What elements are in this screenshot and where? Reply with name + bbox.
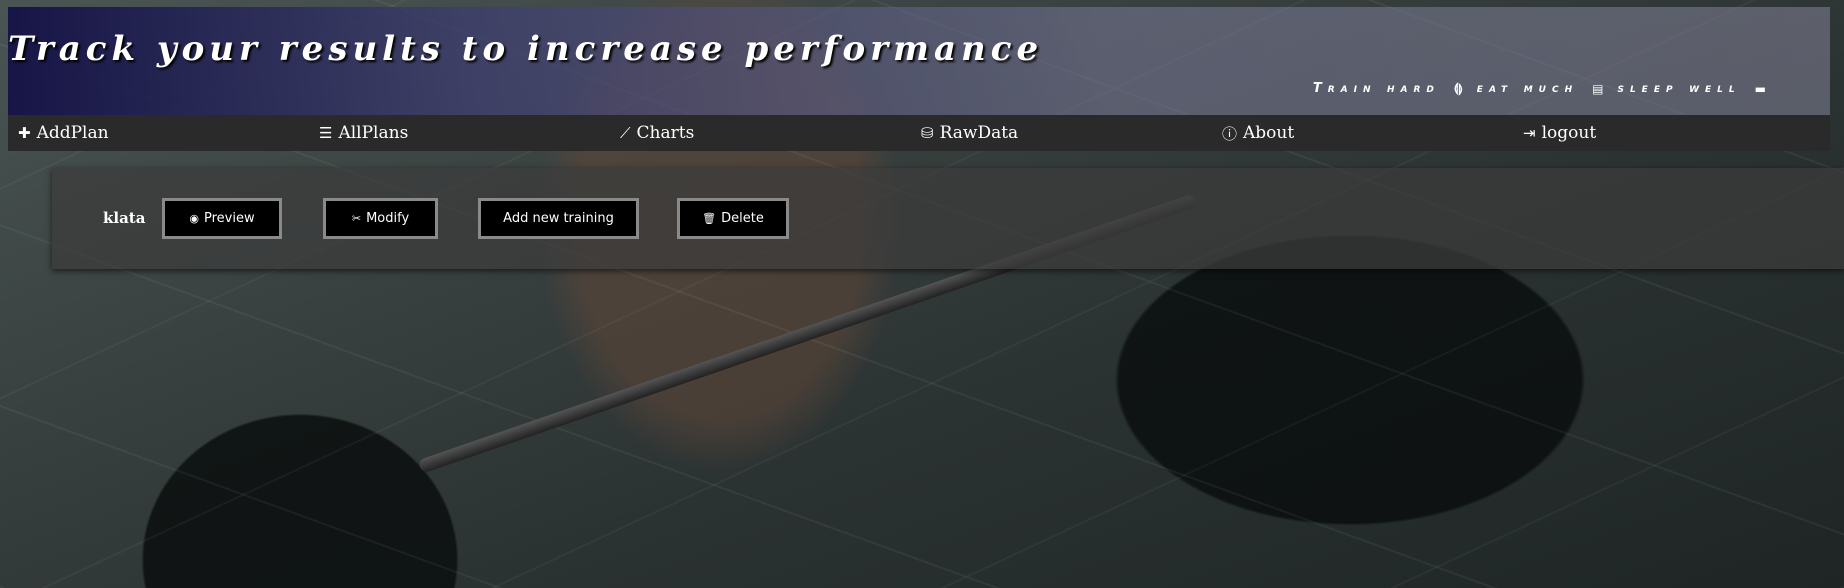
eye-icon: ◉ bbox=[189, 212, 199, 225]
food-icon: ▤ bbox=[1592, 81, 1604, 96]
motto-eat: eat much bbox=[1476, 81, 1579, 96]
tools-icon: ✂ bbox=[351, 212, 362, 225]
logout-icon: ⇥ bbox=[1523, 124, 1536, 142]
trash-icon: 🗑 bbox=[702, 212, 717, 225]
plus-icon: ✚ bbox=[18, 124, 31, 142]
nav-raw-data-label: RawData bbox=[939, 123, 1019, 143]
nav-all-plans[interactable]: ☰ AllPlans bbox=[309, 115, 610, 151]
preview-button[interactable]: ◉ Preview bbox=[162, 198, 282, 239]
bed-icon: ▬ bbox=[1754, 81, 1766, 96]
preview-button-label: Preview bbox=[204, 211, 255, 226]
line-chart-icon: ⟋ bbox=[620, 124, 631, 142]
modify-button[interactable]: ✂ Modify bbox=[323, 198, 438, 239]
nav-logout-label: logout bbox=[1541, 123, 1597, 143]
motto-train: Train hard bbox=[1312, 81, 1440, 96]
nav-raw-data[interactable]: ⛁ RawData bbox=[911, 115, 1212, 151]
add-training-button[interactable]: Add new training bbox=[478, 198, 639, 239]
delete-button-label: Delete bbox=[721, 211, 764, 226]
motto-sleep: sleep well bbox=[1617, 81, 1741, 96]
database-icon: ⛁ bbox=[921, 124, 934, 142]
info-icon: ⓘ bbox=[1222, 124, 1238, 143]
nav-all-plans-label: AllPlans bbox=[338, 123, 409, 143]
add-training-button-label: Add new training bbox=[503, 211, 614, 226]
nav-add-plan-label: AddPlan bbox=[36, 123, 109, 143]
nav-about[interactable]: ⓘ About bbox=[1212, 115, 1513, 151]
delete-button[interactable]: 🗑 Delete bbox=[677, 198, 789, 239]
modify-button-label: Modify bbox=[366, 211, 410, 226]
plan-row: klata ◉ Preview ✂ Modify Add new trainin… bbox=[52, 168, 1844, 269]
nav-about-label: About bbox=[1243, 123, 1295, 143]
nav-charts-label: Charts bbox=[636, 123, 695, 143]
page-tagline: Track your results to increase performan… bbox=[8, 29, 1044, 69]
nav-charts[interactable]: ⟋ Charts bbox=[610, 115, 911, 151]
nav-add-plan[interactable]: ✚ AddPlan bbox=[8, 115, 309, 151]
list-icon: ☰ bbox=[319, 124, 333, 142]
nav-logout[interactable]: ⇥ logout bbox=[1513, 115, 1814, 151]
dumbbell-icon: ⟬⟭ bbox=[1453, 81, 1463, 95]
main-nav: ✚ AddPlan ☰ AllPlans ⟋ Charts ⛁ RawData … bbox=[8, 115, 1830, 151]
header-banner: Track your results to increase performan… bbox=[8, 7, 1830, 115]
plan-name: klata bbox=[103, 209, 146, 227]
motto: Train hard ⟬⟭ eat much ▤ sleep well ▬ bbox=[1313, 81, 1766, 96]
